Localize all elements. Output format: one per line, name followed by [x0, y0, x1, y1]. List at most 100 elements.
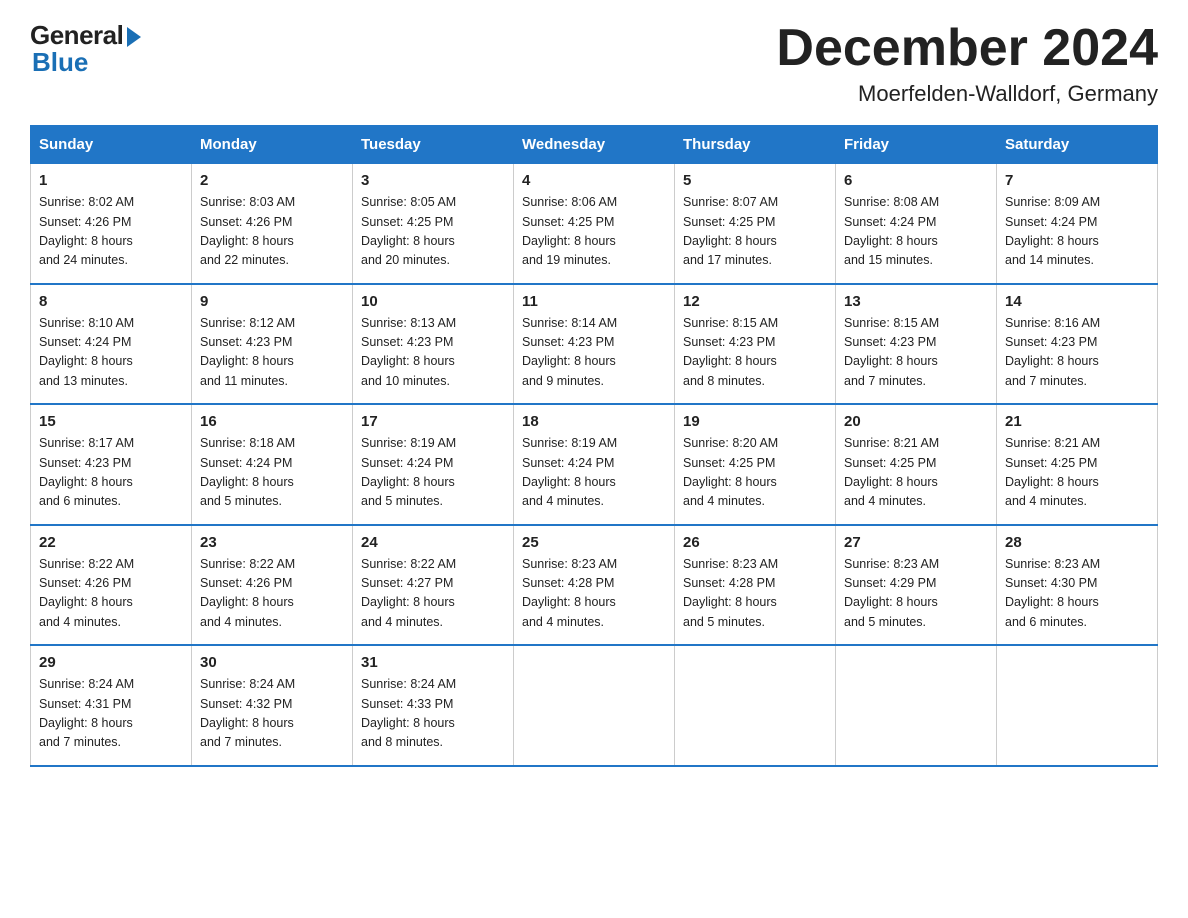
day-info: Sunrise: 8:24 AM Sunset: 4:32 PM Dayligh…	[200, 675, 344, 753]
calendar-cell	[514, 645, 675, 766]
calendar-cell: 20 Sunrise: 8:21 AM Sunset: 4:25 PM Dayli…	[836, 404, 997, 525]
logo-arrow-icon	[127, 27, 141, 47]
calendar-week-row: 8Sunrise: 8:10 AM Sunset: 4:24 PM Daylig…	[31, 284, 1158, 405]
day-info: Sunrise: 8:24 AM Sunset: 4:33 PM Dayligh…	[361, 675, 505, 753]
day-number: 23	[200, 534, 344, 551]
day-number: 31	[361, 654, 505, 671]
day-info: Sunrise: 8:09 AM Sunset: 4:24 PM Dayligh…	[1005, 193, 1149, 271]
calendar-cell: 29Sunrise: 8:24 AM Sunset: 4:31 PM Dayli…	[31, 645, 192, 766]
day-info: Sunrise: 8:13 AM Sunset: 4:23 PM Dayligh…	[361, 314, 505, 392]
calendar-cell: 14 Sunrise: 8:16 AM Sunset: 4:23 PM Dayli…	[997, 284, 1158, 405]
calendar-cell	[675, 645, 836, 766]
day-info: Sunrise: 8:15 AM Sunset: 4:23 PM Dayligh…	[683, 314, 827, 392]
day-info: Sunrise: 8:07 AM Sunset: 4:25 PM Dayligh…	[683, 193, 827, 271]
header-sunday: Sunday	[31, 126, 192, 164]
calendar-table: SundayMondayTuesdayWednesdayThursdayFrid…	[30, 125, 1158, 767]
day-info: Sunrise: 8:08 AM Sunset: 4:24 PM Dayligh…	[844, 193, 988, 271]
calendar-cell: 18Sunrise: 8:19 AM Sunset: 4:24 PM Dayli…	[514, 404, 675, 525]
day-number: 12	[683, 293, 827, 310]
day-info: Sunrise: 8:02 AM Sunset: 4:26 PM Dayligh…	[39, 193, 183, 271]
calendar-cell: 8Sunrise: 8:10 AM Sunset: 4:24 PM Daylig…	[31, 284, 192, 405]
day-number: 28	[1005, 534, 1149, 551]
day-info: Sunrise: 8:23 AM Sunset: 4:28 PM Dayligh…	[522, 555, 666, 633]
calendar-cell: 15 Sunrise: 8:17 AM Sunset: 4:23 PM Dayli…	[31, 404, 192, 525]
day-info: Sunrise: 8:12 AM Sunset: 4:23 PM Dayligh…	[200, 314, 344, 392]
logo: General Blue	[30, 20, 141, 78]
day-info: Sunrise: 8:06 AM Sunset: 4:25 PM Dayligh…	[522, 193, 666, 271]
day-number: 16	[200, 413, 344, 430]
day-number: 8	[39, 293, 183, 310]
day-info: Sunrise: 8:16 AM Sunset: 4:23 PM Dayligh…	[1005, 314, 1149, 392]
calendar-cell: 25Sunrise: 8:23 AM Sunset: 4:28 PM Dayli…	[514, 525, 675, 646]
day-number: 30	[200, 654, 344, 671]
calendar-cell: 3 Sunrise: 8:05 AM Sunset: 4:25 PM Daylig…	[353, 164, 514, 284]
day-info: Sunrise: 8:05 AM Sunset: 4:25 PM Dayligh…	[361, 193, 505, 271]
day-number: 9	[200, 293, 344, 310]
day-info: Sunrise: 8:17 AM Sunset: 4:23 PM Dayligh…	[39, 434, 183, 512]
calendar-cell: 26Sunrise: 8:23 AM Sunset: 4:28 PM Dayli…	[675, 525, 836, 646]
day-info: Sunrise: 8:23 AM Sunset: 4:29 PM Dayligh…	[844, 555, 988, 633]
calendar-cell: 19Sunrise: 8:20 AM Sunset: 4:25 PM Dayli…	[675, 404, 836, 525]
logo-blue-text: Blue	[30, 47, 88, 78]
day-info: Sunrise: 8:23 AM Sunset: 4:30 PM Dayligh…	[1005, 555, 1149, 633]
day-number: 3	[361, 172, 505, 189]
day-number: 24	[361, 534, 505, 551]
day-number: 17	[361, 413, 505, 430]
calendar-cell: 1 Sunrise: 8:02 AM Sunset: 4:26 PM Daylig…	[31, 164, 192, 284]
day-number: 15	[39, 413, 183, 430]
calendar-cell: 17Sunrise: 8:19 AM Sunset: 4:24 PM Dayli…	[353, 404, 514, 525]
day-info: Sunrise: 8:22 AM Sunset: 4:27 PM Dayligh…	[361, 555, 505, 633]
calendar-cell: 10 Sunrise: 8:13 AM Sunset: 4:23 PM Dayli…	[353, 284, 514, 405]
calendar-cell: 27 Sunrise: 8:23 AM Sunset: 4:29 PM Dayli…	[836, 525, 997, 646]
day-number: 5	[683, 172, 827, 189]
day-number: 10	[361, 293, 505, 310]
day-number: 2	[200, 172, 344, 189]
calendar-cell: 7 Sunrise: 8:09 AM Sunset: 4:24 PM Daylig…	[997, 164, 1158, 284]
day-info: Sunrise: 8:22 AM Sunset: 4:26 PM Dayligh…	[39, 555, 183, 633]
header-tuesday: Tuesday	[353, 126, 514, 164]
calendar-cell: 11 Sunrise: 8:14 AM Sunset: 4:23 PM Dayli…	[514, 284, 675, 405]
day-number: 21	[1005, 413, 1149, 430]
day-number: 4	[522, 172, 666, 189]
calendar-cell: 28 Sunrise: 8:23 AM Sunset: 4:30 PM Dayli…	[997, 525, 1158, 646]
location-text: Moerfelden-Walldorf, Germany	[776, 81, 1158, 107]
header-friday: Friday	[836, 126, 997, 164]
calendar-cell: 6 Sunrise: 8:08 AM Sunset: 4:24 PM Daylig…	[836, 164, 997, 284]
calendar-cell: 4 Sunrise: 8:06 AM Sunset: 4:25 PM Daylig…	[514, 164, 675, 284]
calendar-cell: 13Sunrise: 8:15 AM Sunset: 4:23 PM Dayli…	[836, 284, 997, 405]
day-number: 22	[39, 534, 183, 551]
day-info: Sunrise: 8:21 AM Sunset: 4:25 PM Dayligh…	[1005, 434, 1149, 512]
day-number: 14	[1005, 293, 1149, 310]
calendar-week-row: 15 Sunrise: 8:17 AM Sunset: 4:23 PM Dayli…	[31, 404, 1158, 525]
calendar-cell	[836, 645, 997, 766]
calendar-cell: 23Sunrise: 8:22 AM Sunset: 4:26 PM Dayli…	[192, 525, 353, 646]
calendar-header-row: SundayMondayTuesdayWednesdayThursdayFrid…	[31, 126, 1158, 164]
day-info: Sunrise: 8:21 AM Sunset: 4:25 PM Dayligh…	[844, 434, 988, 512]
header-saturday: Saturday	[997, 126, 1158, 164]
calendar-cell: 12 Sunrise: 8:15 AM Sunset: 4:23 PM Dayli…	[675, 284, 836, 405]
day-number: 27	[844, 534, 988, 551]
calendar-cell: 31 Sunrise: 8:24 AM Sunset: 4:33 PM Dayli…	[353, 645, 514, 766]
day-info: Sunrise: 8:03 AM Sunset: 4:26 PM Dayligh…	[200, 193, 344, 271]
day-number: 11	[522, 293, 666, 310]
calendar-week-row: 22 Sunrise: 8:22 AM Sunset: 4:26 PM Dayli…	[31, 525, 1158, 646]
day-number: 7	[1005, 172, 1149, 189]
calendar-cell: 24 Sunrise: 8:22 AM Sunset: 4:27 PM Dayli…	[353, 525, 514, 646]
calendar-cell	[997, 645, 1158, 766]
day-info: Sunrise: 8:15 AM Sunset: 4:23 PM Dayligh…	[844, 314, 988, 392]
header-monday: Monday	[192, 126, 353, 164]
day-number: 29	[39, 654, 183, 671]
calendar-cell: 5 Sunrise: 8:07 AM Sunset: 4:25 PM Daylig…	[675, 164, 836, 284]
month-title: December 2024	[776, 20, 1158, 77]
calendar-week-row: 29Sunrise: 8:24 AM Sunset: 4:31 PM Dayli…	[31, 645, 1158, 766]
day-number: 20	[844, 413, 988, 430]
calendar-cell: 21 Sunrise: 8:21 AM Sunset: 4:25 PM Dayli…	[997, 404, 1158, 525]
day-number: 6	[844, 172, 988, 189]
calendar-cell: 22 Sunrise: 8:22 AM Sunset: 4:26 PM Dayli…	[31, 525, 192, 646]
calendar-week-row: 1 Sunrise: 8:02 AM Sunset: 4:26 PM Daylig…	[31, 164, 1158, 284]
day-number: 1	[39, 172, 183, 189]
calendar-cell: 30 Sunrise: 8:24 AM Sunset: 4:32 PM Dayli…	[192, 645, 353, 766]
page-header: General Blue December 2024 Moerfelden-Wa…	[30, 20, 1158, 107]
day-info: Sunrise: 8:14 AM Sunset: 4:23 PM Dayligh…	[522, 314, 666, 392]
calendar-cell: 9 Sunrise: 8:12 AM Sunset: 4:23 PM Daylig…	[192, 284, 353, 405]
